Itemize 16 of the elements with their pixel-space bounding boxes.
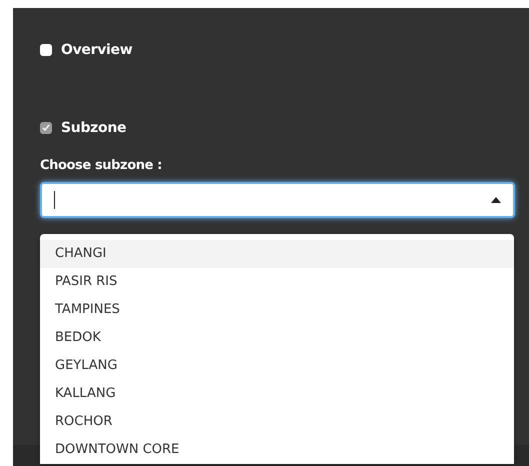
checkbox[interactable] <box>40 44 52 56</box>
checkbox[interactable] <box>40 122 52 134</box>
checkbox-label: Subzone <box>61 120 126 136</box>
text-cursor <box>54 191 55 209</box>
check-icon <box>42 124 50 132</box>
dropdown-option[interactable]: DOWNTOWN CORE <box>40 436 514 464</box>
dropdown-option[interactable]: PASIR RIS <box>40 268 514 296</box>
dropdown-option[interactable]: BEDOK <box>40 324 514 352</box>
select-label: Choose subzone : <box>40 158 163 173</box>
dropdown-option[interactable]: GEYLANG <box>40 352 514 380</box>
dropdown-option[interactable]: KALLANG <box>40 380 514 408</box>
checkbox-label: Overview <box>61 42 132 58</box>
dropdown-option[interactable]: CHANGI <box>40 240 514 268</box>
dropdown-option[interactable]: ROCHOR <box>40 408 514 436</box>
dropdown-option[interactable]: TAMPINES <box>40 296 514 324</box>
caret-icon <box>491 197 501 203</box>
